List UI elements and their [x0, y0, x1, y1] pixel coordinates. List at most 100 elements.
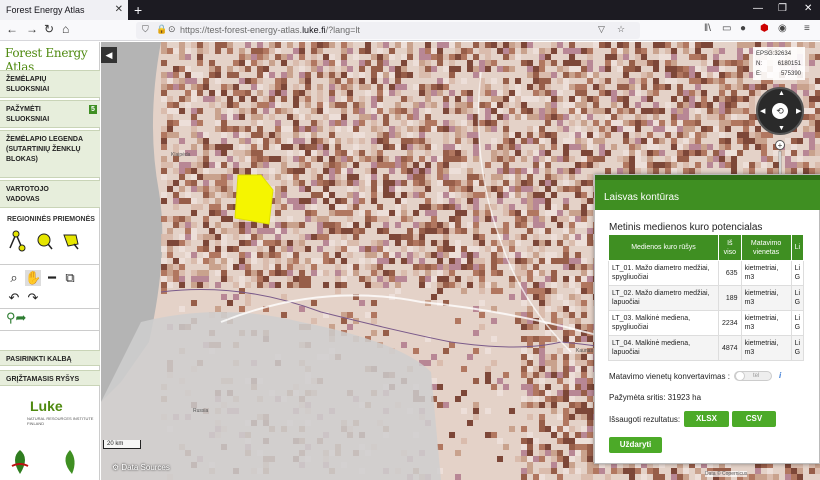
close-tab-icon[interactable]: ✕ — [115, 4, 123, 15]
column-header: Medienos kuro rūšys — [608, 234, 719, 261]
pan-up-icon[interactable]: ▲ — [778, 90, 785, 97]
menu-icon[interactable]: ≡ — [804, 23, 810, 34]
undo-icon[interactable]: ↶ — [6, 290, 22, 306]
extra-cell: Li G — [790, 310, 805, 336]
table-header-row: Medienos kuro rūšys Iš viso Matavimo vie… — [608, 234, 805, 261]
menu-map-legend[interactable]: ŽEMĖLAPIO LEGENDA (SUTARTINIŲ ŽENKLŲ BLO… — [0, 130, 100, 178]
measure-icon[interactable]: ━ — [44, 270, 60, 286]
pan-hand-icon[interactable]: ✋ — [25, 270, 41, 286]
data-sources-link[interactable]: ⚙ Data Sources — [112, 463, 170, 472]
draw-polygon-tool-icon[interactable] — [63, 234, 79, 250]
divider — [0, 308, 100, 309]
account-icon[interactable]: ● — [740, 23, 746, 34]
map-attribution: Data © Copernicus — [705, 471, 748, 477]
divider — [0, 264, 100, 265]
regional-tools-title: REGIONINĖS PRIEMONĖS — [7, 216, 95, 223]
close-dialog-button[interactable]: Uždaryti — [609, 437, 662, 453]
extra-cell: Li G — [790, 335, 805, 361]
pocket-icon[interactable]: ▽ — [598, 24, 605, 35]
toggle-text: tel — [753, 373, 760, 379]
url-bar[interactable]: ⛉ 🔒 ⊙ https://test-forest-energy-atlas.l… — [136, 22, 640, 39]
fuel-type-cell: LT_01. Mažo diametro medžiai, spygliuoči… — [608, 260, 719, 286]
fullscreen-icon[interactable]: ⧉ — [62, 270, 78, 286]
menu-user-guide[interactable]: VARTOTOJO VADOVAS — [0, 180, 100, 208]
pan-left-icon[interactable]: ◀ — [760, 107, 765, 115]
draw-circle-tool-icon[interactable] — [37, 233, 53, 250]
adblock-icon[interactable]: ⬢ — [760, 23, 769, 34]
library-icon[interactable]: ‖\ — [704, 23, 711, 34]
extension-icon[interactable]: ◉ — [778, 23, 787, 34]
data-sources-icon: ⚙ — [112, 463, 122, 472]
menu-label: ŽEMĖLAPIŲ SLUOKSNIAI — [6, 76, 50, 93]
minimize-icon[interactable]: — — [753, 3, 763, 14]
export-xlsx-button[interactable]: XLSX — [684, 411, 729, 427]
new-tab-icon[interactable]: + — [134, 2, 142, 18]
site-info-icon[interactable]: ⊙ — [168, 24, 176, 35]
close-window-icon[interactable]: ✕ — [804, 3, 812, 14]
tab-title: Forest Energy Atlas — [6, 5, 85, 15]
table-row: LT_03. Malkinė mediena, spygliuočiai 2234… — [608, 310, 805, 336]
selected-area-text: Pažymėta sritis: 31923 ha — [609, 393, 702, 402]
selected-area-polygon[interactable] — [234, 174, 274, 225]
luke-logo-subtitle: NATURAL RESOURCES INSTITUTE FINLAND — [27, 416, 94, 426]
dialog-title[interactable]: Laisvas kontūras — [595, 175, 820, 210]
map-place-label: Kaunas — [576, 348, 593, 354]
column-header: Iš viso — [718, 234, 742, 261]
export-csv-button[interactable]: CSV — [732, 411, 776, 427]
total-cell: 189 — [718, 285, 742, 311]
menu-map-layers[interactable]: ŽEMĖLAPIŲ SLUOKSNIAI — [0, 70, 100, 98]
map-place-label: Russia — [193, 408, 209, 414]
browser-tab[interactable]: Forest Energy Atlas ✕ — [0, 0, 128, 20]
url-text[interactable]: https://test-forest-energy-atlas.luke.fi… — [180, 25, 360, 35]
draw-line-tool-icon[interactable] — [9, 230, 26, 252]
menu-label: GRĮŽTAMASIS RYŠYS — [6, 376, 80, 383]
lock-icon[interactable]: 🔒 — [156, 24, 167, 35]
unit-cell: kietmetriai, m3 — [740, 335, 792, 361]
forward-icon[interactable]: → — [26, 22, 38, 36]
navigation-compass[interactable]: ▲ ▼ ◀ ▶ ⟲ — [756, 87, 804, 135]
unit-cell: kietmetriai, m3 — [740, 260, 792, 286]
zoom-box-icon[interactable]: ⌕ — [6, 270, 22, 286]
menu-label: VARTOTOJO VADOVAS — [6, 186, 49, 203]
browser-tab-bar: Forest Energy Atlas ✕ + — ❐ ✕ — [0, 0, 820, 20]
pan-right-icon[interactable]: ▶ — [796, 107, 801, 115]
fuel-type-cell: LT_02. Mažo diametro medžiai, lapuočiai — [608, 285, 719, 311]
maximize-icon[interactable]: ❐ — [778, 3, 787, 14]
neighbour-region — [101, 312, 441, 480]
collapse-sidebar-button[interactable]: ◀ — [101, 47, 117, 63]
info-icon[interactable]: i — [779, 371, 781, 380]
column-header: Li — [790, 234, 805, 261]
unit-cell: kietmetriai, m3 — [740, 310, 792, 336]
partner-logos — [11, 450, 75, 474]
total-cell: 4874 — [718, 335, 742, 361]
table-row: LT_01. Mažo diametro medžiai, spygliuoči… — [608, 260, 805, 286]
shield-icon[interactable]: ⛉ — [142, 24, 149, 35]
sidebar-icon[interactable]: ▭ — [722, 23, 731, 34]
share-location-icon[interactable]: ⚲➦ — [6, 310, 26, 326]
north-label: N: — [756, 61, 762, 67]
menu-selected-layers[interactable]: PAŽYMĖTI SLUOKSNIAI 5 — [0, 100, 100, 128]
menu-label: PAŽYMĖTI SLUOKSNIAI — [6, 106, 50, 123]
back-icon[interactable]: ← — [6, 22, 18, 36]
redo-icon[interactable]: ↷ — [25, 290, 41, 306]
pan-down-icon[interactable]: ▼ — [778, 125, 785, 132]
menu-choose-language[interactable]: PASIRINKTI KALBĄ — [0, 350, 100, 366]
divider — [0, 330, 100, 331]
bookmark-star-icon[interactable]: ☆ — [617, 24, 625, 35]
menu-feedback[interactable]: GRĮŽTAMASIS RYŠYS — [0, 370, 100, 386]
reload-icon[interactable]: ↻ — [44, 22, 54, 36]
unit-cell: kietmetriai, m3 — [740, 285, 792, 311]
unit-conversion-toggle[interactable]: tel — [734, 371, 772, 381]
total-cell: 2234 — [718, 310, 742, 336]
svg-text:+: + — [778, 141, 783, 150]
drawing-tools — [9, 230, 79, 252]
unit-conversion-label: Matavimo vienetų konvertavimas : — [609, 372, 730, 381]
toggle-knob[interactable] — [735, 371, 745, 381]
table-row: LT_04. Malkinė mediena, lapuočiai 4874 kie… — [608, 335, 805, 361]
scale-bar: 20 km — [103, 440, 141, 449]
table-row: LT_02. Mažo diametro medžiai, lapuočiai 1… — [608, 285, 805, 311]
freeform-result-dialog: Laisvas kontūras Metinis medienos kuro p… — [594, 174, 820, 464]
home-icon[interactable]: ⌂ — [62, 22, 69, 36]
reset-view-icon[interactable]: ⟲ — [772, 103, 788, 119]
east-value: 575390 — [780, 71, 801, 77]
